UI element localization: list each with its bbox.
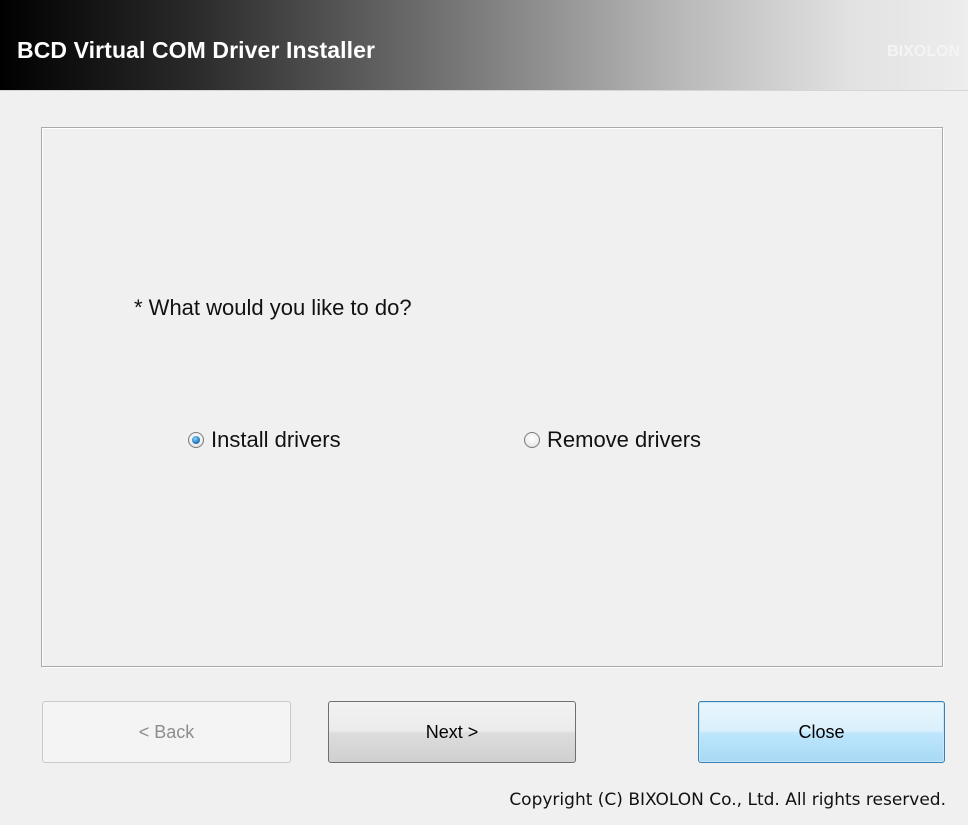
- brand-logo-text: BIXOLON: [887, 43, 960, 60]
- close-button[interactable]: Close: [698, 701, 945, 763]
- options-group-box: [41, 127, 943, 667]
- install-drivers-radio[interactable]: Install drivers: [188, 427, 341, 453]
- next-button[interactable]: Next >: [328, 701, 576, 763]
- back-button[interactable]: < Back: [42, 701, 291, 763]
- radio-unchecked-icon[interactable]: [524, 432, 540, 448]
- remove-drivers-radio[interactable]: Remove drivers: [524, 427, 701, 453]
- header-banner: BCD Virtual COM Driver Installer BIXOLON: [0, 0, 968, 91]
- radio-checked-icon[interactable]: [188, 432, 204, 448]
- installer-window: BCD Virtual COM Driver Installer BIXOLON…: [0, 0, 968, 825]
- copyright-text: Copyright (C) BIXOLON Co., Ltd. All righ…: [509, 790, 946, 810]
- remove-drivers-label: Remove drivers: [547, 427, 702, 452]
- install-drivers-label: Install drivers: [211, 427, 341, 452]
- app-title: BCD Virtual COM Driver Installer: [17, 37, 376, 63]
- question-label: * What would you like to do?: [134, 295, 412, 320]
